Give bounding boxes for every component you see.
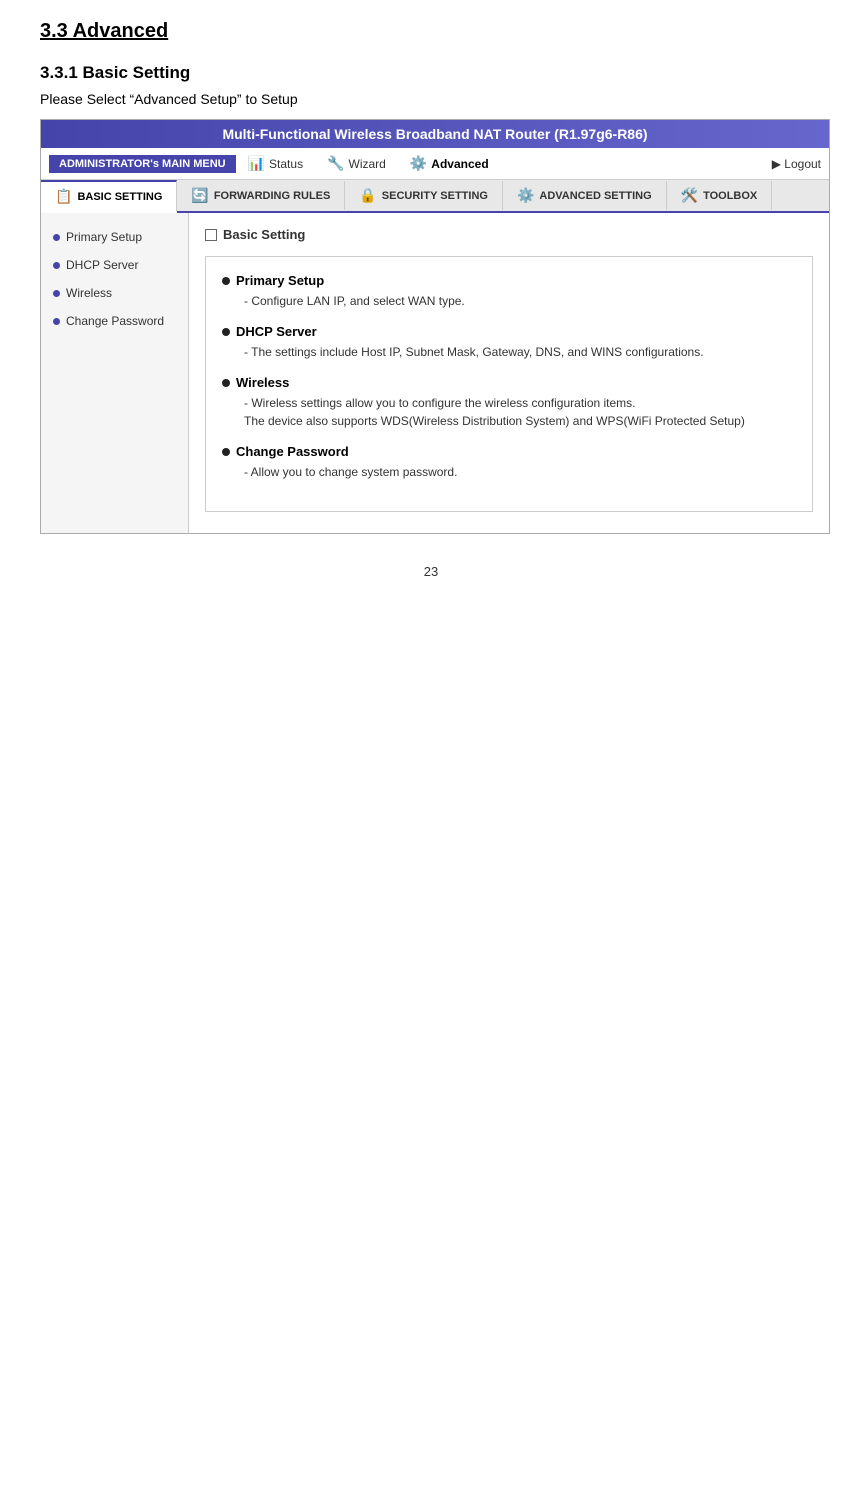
section-primary-setup: Primary Setup - Configure LAN IP, and se… bbox=[222, 273, 796, 310]
nav-logout[interactable]: ▶ Logout bbox=[772, 157, 821, 171]
router-content: Primary Setup DHCP Server Wireless Chang… bbox=[41, 213, 829, 533]
sidebar-item-change-password[interactable]: Change Password bbox=[41, 307, 188, 335]
panel-box: Primary Setup - Configure LAN IP, and se… bbox=[205, 256, 813, 512]
panel-header: Basic Setting bbox=[205, 227, 813, 242]
tab-basic-setting[interactable]: 📋 BASIC SETTING bbox=[41, 180, 177, 213]
bullet-icon bbox=[53, 262, 60, 269]
bullet-icon bbox=[53, 234, 60, 241]
router-sidebar: Primary Setup DHCP Server Wireless Chang… bbox=[41, 213, 189, 533]
page-number: 23 bbox=[40, 564, 822, 579]
section-wireless: Wireless - Wireless settings allow you t… bbox=[222, 375, 796, 430]
section-text-dhcp-server: - The settings include Host IP, Subnet M… bbox=[222, 343, 796, 361]
nav-status[interactable]: 📊 Status bbox=[236, 152, 315, 175]
router-titlebar: Multi-Functional Wireless Broadband NAT … bbox=[41, 120, 829, 148]
wizard-icon: 🔧 bbox=[327, 155, 344, 172]
intro-text: Please Select “Advanced Setup” to Setup bbox=[40, 91, 822, 107]
nav-admin[interactable]: ADMINISTRATOR's MAIN MENU bbox=[49, 155, 236, 173]
bullet-icon bbox=[53, 318, 60, 325]
toolbox-icon: 🛠️ bbox=[681, 187, 698, 204]
forwarding-rules-icon: 🔄 bbox=[191, 187, 208, 204]
section-bullet-icon bbox=[222, 328, 230, 336]
panel-checkbox[interactable] bbox=[205, 229, 217, 241]
section-text-primary-setup: - Configure LAN IP, and select WAN type. bbox=[222, 292, 796, 310]
section-bullet-icon bbox=[222, 448, 230, 456]
nav-wizard[interactable]: 🔧 Wizard bbox=[315, 152, 398, 175]
sidebar-item-dhcp-server[interactable]: DHCP Server bbox=[41, 251, 188, 279]
section-change-password: Change Password - Allow you to change sy… bbox=[222, 444, 796, 481]
router-navbar: ADMINISTRATOR's MAIN MENU 📊 Status 🔧 Wiz… bbox=[41, 148, 829, 180]
section-title: 3.3.1 Basic Setting bbox=[40, 63, 822, 83]
security-setting-icon: 🔒 bbox=[359, 187, 376, 204]
bullet-icon bbox=[53, 290, 60, 297]
section-title-primary-setup: Primary Setup bbox=[222, 273, 796, 288]
basic-setting-icon: 📋 bbox=[55, 188, 72, 205]
tab-advanced-setting[interactable]: ⚙️ ADVANCED SETTING bbox=[503, 181, 667, 210]
status-icon: 📊 bbox=[248, 155, 265, 172]
section-text-wireless: - Wireless settings allow you to configu… bbox=[222, 394, 796, 430]
tab-toolbox[interactable]: 🛠️ TOOLBOX bbox=[667, 181, 773, 210]
advanced-setting-icon: ⚙️ bbox=[517, 187, 534, 204]
section-text-change-password: - Allow you to change system password. bbox=[222, 463, 796, 481]
tab-forwarding-rules[interactable]: 🔄 FORWARDING RULES bbox=[177, 181, 345, 210]
section-bullet-icon bbox=[222, 379, 230, 387]
page-title: 3.3 Advanced bbox=[40, 20, 822, 43]
router-frame: Multi-Functional Wireless Broadband NAT … bbox=[40, 119, 830, 534]
section-title-wireless: Wireless bbox=[222, 375, 796, 390]
panel-title: Basic Setting bbox=[223, 227, 305, 242]
router-tabbar: 📋 BASIC SETTING 🔄 FORWARDING RULES 🔒 SEC… bbox=[41, 180, 829, 213]
section-title-change-password: Change Password bbox=[222, 444, 796, 459]
section-title-dhcp-server: DHCP Server bbox=[222, 324, 796, 339]
router-main: Basic Setting Primary Setup - Configure … bbox=[189, 213, 829, 533]
nav-advanced[interactable]: ⚙️ Advanced bbox=[398, 152, 501, 175]
sidebar-item-primary-setup[interactable]: Primary Setup bbox=[41, 223, 188, 251]
sidebar-item-wireless[interactable]: Wireless bbox=[41, 279, 188, 307]
section-bullet-icon bbox=[222, 277, 230, 285]
tab-security-setting[interactable]: 🔒 SECURITY SETTING bbox=[345, 181, 503, 210]
advanced-icon: ⚙️ bbox=[410, 155, 427, 172]
section-dhcp-server: DHCP Server - The settings include Host … bbox=[222, 324, 796, 361]
